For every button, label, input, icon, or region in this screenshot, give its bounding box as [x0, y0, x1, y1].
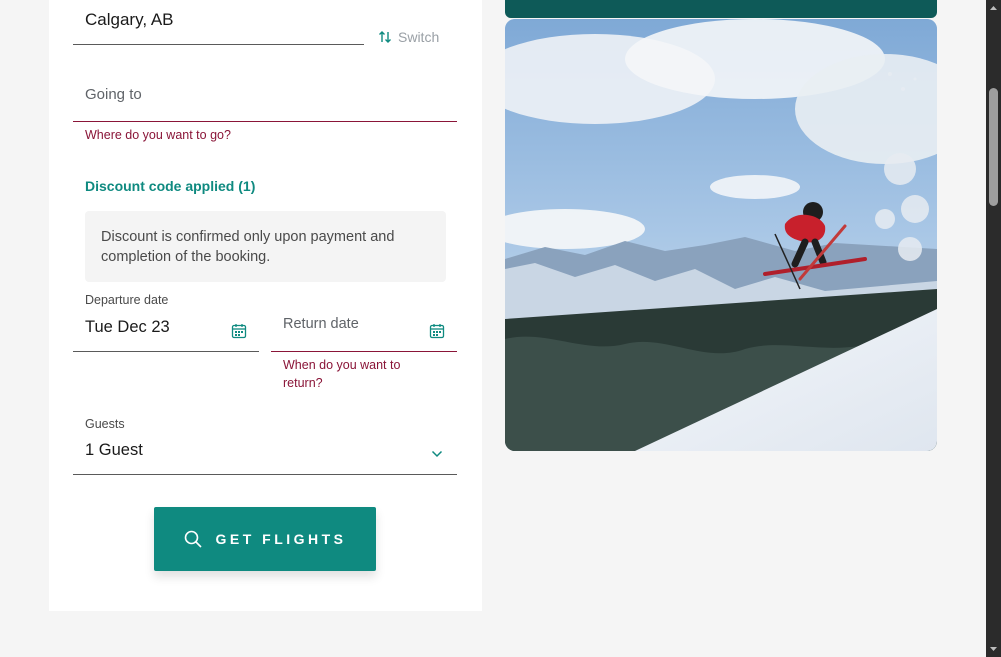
return-date-underline: [271, 351, 457, 352]
guests-underline: [73, 474, 457, 475]
guests-label: Guests: [85, 417, 125, 431]
from-field-underline: [73, 44, 364, 45]
departure-date-underline: [73, 351, 259, 352]
booking-form-card: Calgary, AB Switch Going to Where do you…: [49, 0, 482, 611]
chevron-down-icon[interactable]: [431, 450, 443, 458]
discount-note-text: Discount is confirmed only upon payment …: [101, 229, 395, 265]
get-flights-label: GET FLIGHTS: [215, 531, 347, 547]
departure-date-label: Departure date: [85, 293, 169, 307]
return-date-input[interactable]: Return date: [283, 316, 359, 332]
skier-hero-image: [505, 19, 937, 451]
return-date-error: When do you want to return?: [283, 358, 401, 390]
scroll-down-icon[interactable]: [989, 645, 998, 653]
calendar-icon[interactable]: [429, 323, 445, 339]
switch-label: Switch: [398, 29, 440, 45]
guests-select-value[interactable]: 1 Guest: [85, 441, 143, 460]
get-flights-button[interactable]: GET FLIGHTS: [154, 507, 376, 571]
page-scrollbar[interactable]: [986, 0, 1001, 657]
going-to-input[interactable]: Going to: [85, 86, 142, 103]
discount-note: Discount is confirmed only upon payment …: [85, 211, 446, 282]
scroll-up-icon[interactable]: [989, 4, 998, 12]
search-icon: [185, 530, 203, 548]
promo-banner-strip: [505, 0, 937, 18]
departure-date-value[interactable]: Tue Dec 23: [85, 318, 170, 337]
switch-button[interactable]: Switch: [378, 29, 439, 45]
swap-vertical-icon: [379, 31, 391, 43]
scroll-thumb[interactable]: [989, 88, 998, 206]
from-field-value[interactable]: Calgary, AB: [85, 10, 174, 30]
page: Calgary, AB Switch Going to Where do you…: [0, 0, 1001, 657]
skier-photo: [505, 19, 937, 451]
discount-code-link[interactable]: Discount code applied (1): [85, 178, 255, 194]
going-to-underline: [73, 121, 457, 122]
calendar-icon[interactable]: [231, 323, 247, 339]
going-to-error: Where do you want to go?: [85, 128, 231, 142]
